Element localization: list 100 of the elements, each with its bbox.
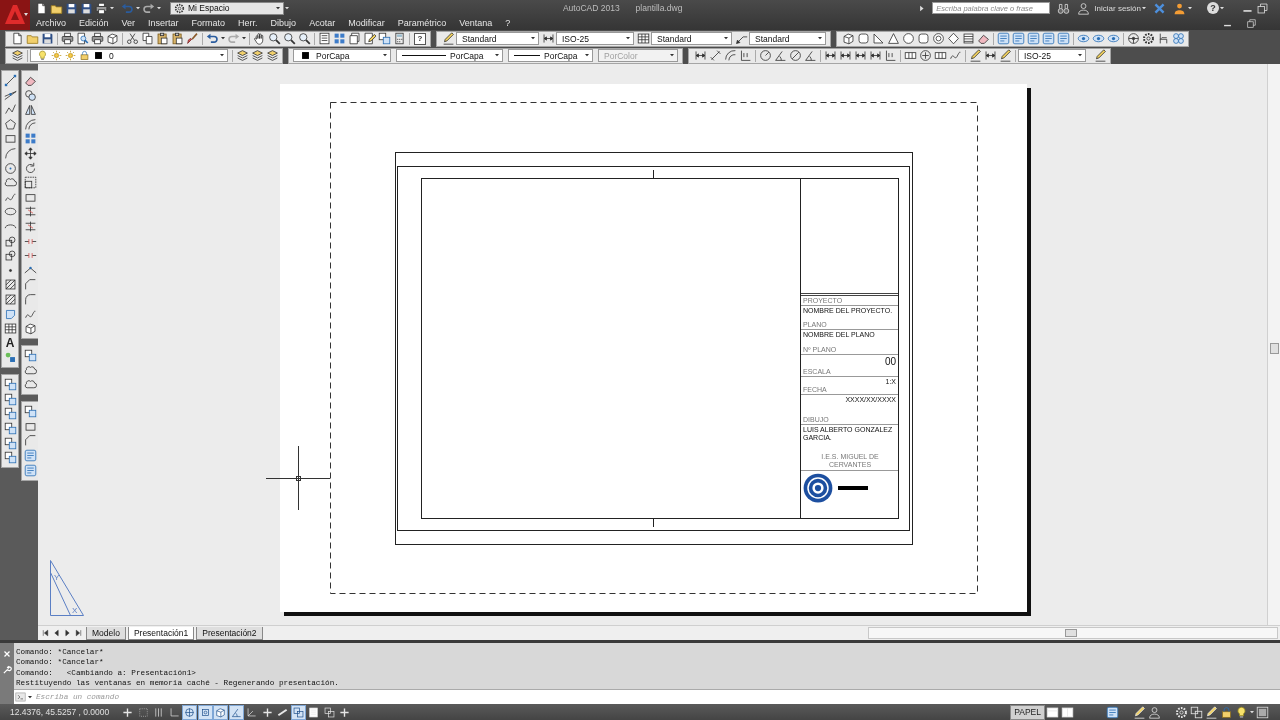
status-toggle[interactable] <box>182 704 197 720</box>
status-toggle[interactable] <box>228 704 244 720</box>
menu-item[interactable]: Dibujo <box>270 18 297 28</box>
pen-icon[interactable] <box>1133 705 1146 719</box>
pentagon-icon[interactable] <box>3 117 17 131</box>
rounded-square-icon[interactable] <box>857 32 870 45</box>
table-icon[interactable] <box>637 32 650 45</box>
menu-item[interactable]: Paramétrico <box>397 18 447 28</box>
scissors-icon[interactable] <box>126 32 139 45</box>
status-toggle[interactable] <box>197 704 213 720</box>
page-magnifier-icon[interactable] <box>76 32 89 45</box>
paper-space-button[interactable]: PAPEL <box>1010 704 1045 720</box>
layer-dropdown[interactable]: 0 <box>30 49 228 62</box>
text-tool[interactable]: A <box>5 336 15 350</box>
skip-right-icon[interactable] <box>74 628 83 638</box>
hatch-icon[interactable] <box>3 292 17 306</box>
user-icon[interactable] <box>1077 1 1091 15</box>
crossed-lines-icon[interactable] <box>23 219 37 233</box>
x-shape-icon[interactable] <box>1153 1 1166 15</box>
redo-icon[interactable] <box>142 1 155 15</box>
dimension-icon[interactable] <box>694 49 707 62</box>
dimension-icon[interactable] <box>824 49 837 62</box>
menu-item[interactable]: Archivo <box>36 18 66 28</box>
stacked-squares-icon[interactable] <box>378 32 391 45</box>
tile-grid-icon[interactable] <box>23 132 37 146</box>
menu-item[interactable]: Formato <box>191 18 226 28</box>
angle-icon[interactable] <box>804 49 817 62</box>
horizontal-scrollbar[interactable] <box>868 627 1278 639</box>
layout-tab[interactable]: Presentación1 <box>127 626 195 640</box>
list-page-icon[interactable] <box>318 32 331 45</box>
stacked-squares-icon[interactable] <box>23 349 37 363</box>
chamfered-corner-icon[interactable] <box>23 278 37 292</box>
cube-icon[interactable] <box>842 32 855 45</box>
new-file-icon[interactable] <box>35 1 48 15</box>
wavy-line-icon[interactable] <box>949 49 962 62</box>
pen-icon[interactable] <box>1094 49 1107 62</box>
printer-icon[interactable] <box>61 32 74 45</box>
layout-tab[interactable]: Modelo <box>86 626 126 640</box>
eye-icon[interactable] <box>1107 32 1120 45</box>
segmented-box-icon[interactable] <box>934 49 947 62</box>
circle-cross-icon[interactable] <box>919 49 932 62</box>
dimension-icon[interactable] <box>542 32 555 45</box>
lined-panel-icon[interactable] <box>997 32 1010 45</box>
vertical-scrollbar[interactable] <box>1267 64 1280 625</box>
axis-ticks-icon[interactable] <box>884 49 897 62</box>
ring-icon[interactable] <box>932 32 945 45</box>
diagonal-dimension-icon[interactable] <box>709 49 722 62</box>
crossing-lines-icon[interactable] <box>3 88 17 102</box>
move-arrows-icon[interactable] <box>23 146 37 160</box>
dimension-icon[interactable] <box>984 49 997 62</box>
circle-radius-icon[interactable] <box>759 49 772 62</box>
padlock-icon[interactable] <box>1220 705 1233 719</box>
scaled-squares-icon[interactable] <box>23 176 37 190</box>
scrollbar-thumb[interactable] <box>1065 629 1077 637</box>
clipboard-icon[interactable] <box>171 32 184 45</box>
circle-icon[interactable] <box>902 32 915 45</box>
dimension-icon[interactable] <box>854 49 867 62</box>
menu-item[interactable]: Insertar <box>148 18 179 28</box>
lined-panel-icon[interactable] <box>1057 32 1070 45</box>
new-file-icon[interactable] <box>11 32 24 45</box>
lined-panel-icon[interactable] <box>23 449 37 463</box>
pen-icon[interactable] <box>1205 705 1218 719</box>
lined-panel-icon[interactable] <box>1012 32 1025 45</box>
layers-icon[interactable] <box>266 49 279 62</box>
scrollbar-thumb[interactable] <box>1270 343 1279 354</box>
arc-icon[interactable] <box>3 146 17 160</box>
square-circle-icon[interactable] <box>3 249 17 263</box>
stacked-squares-icon[interactable] <box>3 378 17 392</box>
page-pencil-icon[interactable] <box>363 32 376 45</box>
mirror-triangles-icon[interactable] <box>23 103 37 117</box>
table-style-dropdown[interactable]: Standard <box>651 32 732 45</box>
user-icon[interactable] <box>1148 705 1161 719</box>
status-toggle[interactable] <box>213 704 228 720</box>
overlapping-squares-icon[interactable] <box>1190 705 1203 719</box>
dimension-style-dropdown[interactable]: ISO-25 <box>556 32 634 45</box>
printer-icon[interactable] <box>95 1 108 15</box>
angle-icon[interactable] <box>774 49 787 62</box>
sign-in-link[interactable]: Iniciar sesión <box>1094 3 1141 13</box>
dimension-icon[interactable] <box>839 49 852 62</box>
striped-square-icon[interactable] <box>962 32 975 45</box>
lineweight-dropdown[interactable]: PorCapa <box>508 49 593 62</box>
zoom-icon[interactable] <box>268 32 281 45</box>
color-dropdown[interactable]: PorCapa <box>293 49 391 62</box>
table-icon[interactable] <box>3 322 17 336</box>
stacked-pages-icon[interactable] <box>348 32 361 45</box>
person-icon[interactable] <box>1173 1 1186 15</box>
calculator-icon[interactable] <box>393 32 406 45</box>
eye-icon[interactable] <box>1077 32 1090 45</box>
copy-icon[interactable] <box>141 32 154 45</box>
rounded-corner-icon[interactable] <box>23 292 37 306</box>
right-triangle-icon[interactable] <box>872 32 885 45</box>
eraser-icon[interactable] <box>23 74 37 87</box>
bulb-icon[interactable] <box>1235 705 1248 719</box>
restore-icon[interactable] <box>1256 1 1269 15</box>
dimension-icon[interactable] <box>869 49 882 62</box>
status-toggle[interactable] <box>321 704 337 720</box>
binoculars-icon[interactable] <box>1057 1 1071 15</box>
lined-panel-icon[interactable] <box>1106 705 1119 719</box>
right-arrow-icon[interactable] <box>63 628 72 638</box>
menu-item[interactable]: Modificar <box>348 18 385 28</box>
